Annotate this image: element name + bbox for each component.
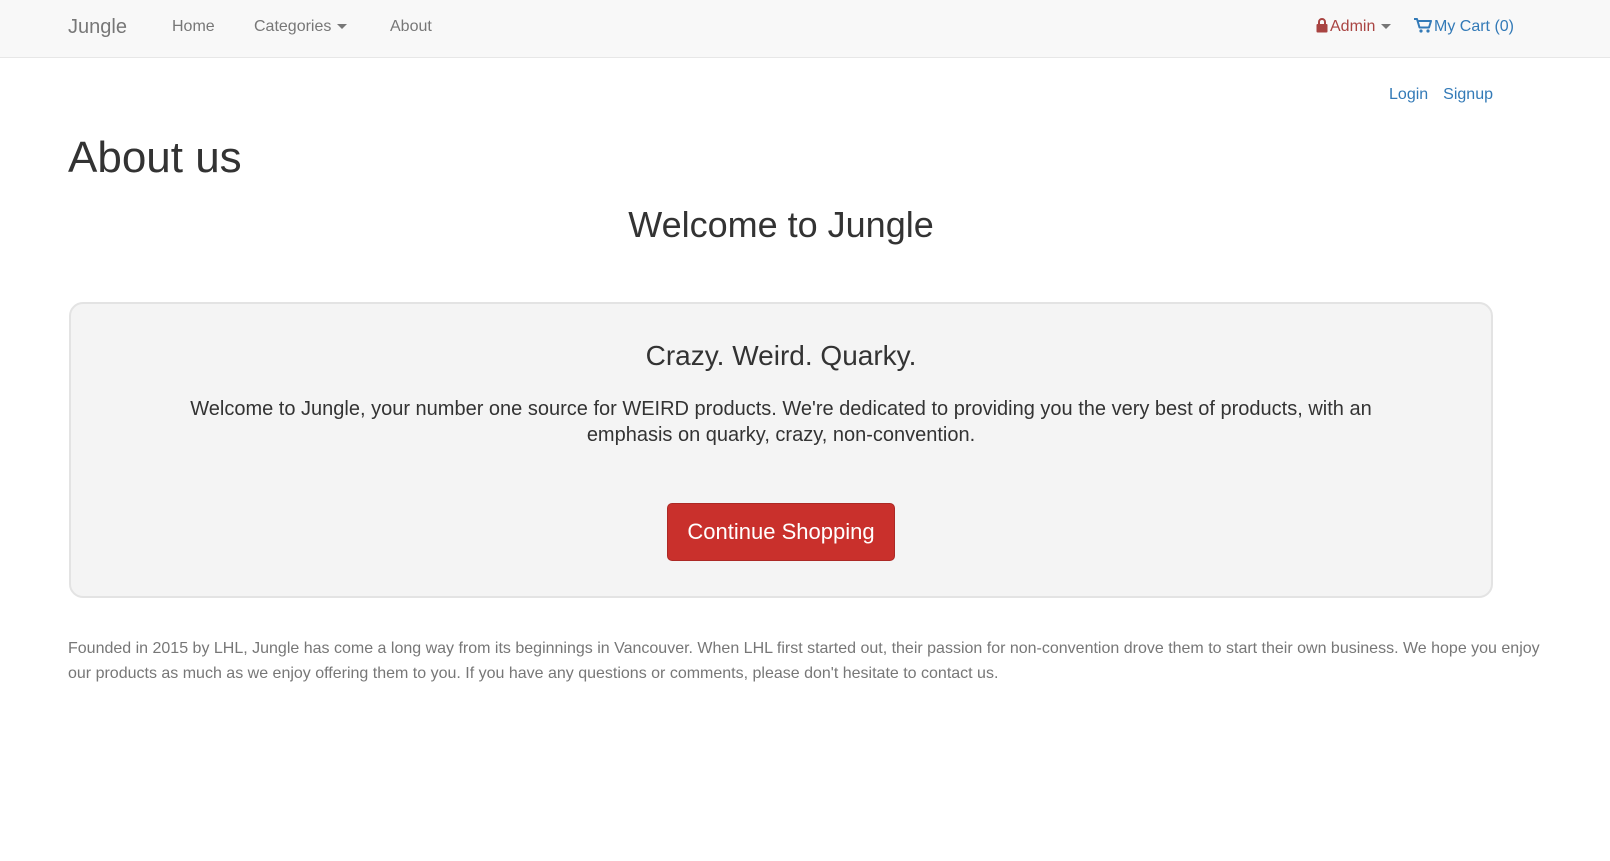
jumbotron-heading: Crazy. Weird. Quarky.	[645, 340, 917, 371]
welcome-heading: Welcome to Jungle	[628, 204, 934, 245]
jumbotron-text: Welcome to Jungle, your number one sourc…	[190, 398, 1372, 446]
continue-shopping-button[interactable]: Continue Shopping	[667, 503, 895, 561]
auth-links: Login Signup	[1374, 85, 1493, 105]
founded-paragraph: Founded in 2015 by LHL, Jungle has come …	[68, 640, 1540, 682]
nav-about[interactable]: About	[390, 17, 432, 37]
page-title: About us	[68, 133, 242, 182]
nav-home[interactable]: Home	[172, 17, 215, 37]
lock-icon	[1316, 18, 1328, 33]
brand-logo[interactable]: Jungle	[68, 14, 127, 40]
shopping-cart-icon	[1414, 18, 1432, 33]
cart-label: My Cart (0)	[1434, 18, 1514, 35]
nav-categories-label: Categories	[254, 18, 332, 35]
login-link[interactable]: Login	[1389, 86, 1428, 103]
nav-categories-dropdown[interactable]: Categories	[254, 17, 348, 37]
caret-down-icon	[337, 24, 348, 30]
jumbotron: Crazy. Weird. Quarky. Welcome to Jungle,…	[69, 302, 1493, 598]
caret-down-icon	[1381, 24, 1392, 30]
cart-link[interactable]: My Cart (0)	[1414, 17, 1514, 37]
admin-dropdown[interactable]: Admin	[1316, 17, 1392, 37]
signup-link[interactable]: Signup	[1443, 86, 1493, 103]
top-navbar: Jungle Home Categories About Admin My Ca…	[0, 0, 1610, 58]
admin-label: Admin	[1330, 18, 1376, 35]
